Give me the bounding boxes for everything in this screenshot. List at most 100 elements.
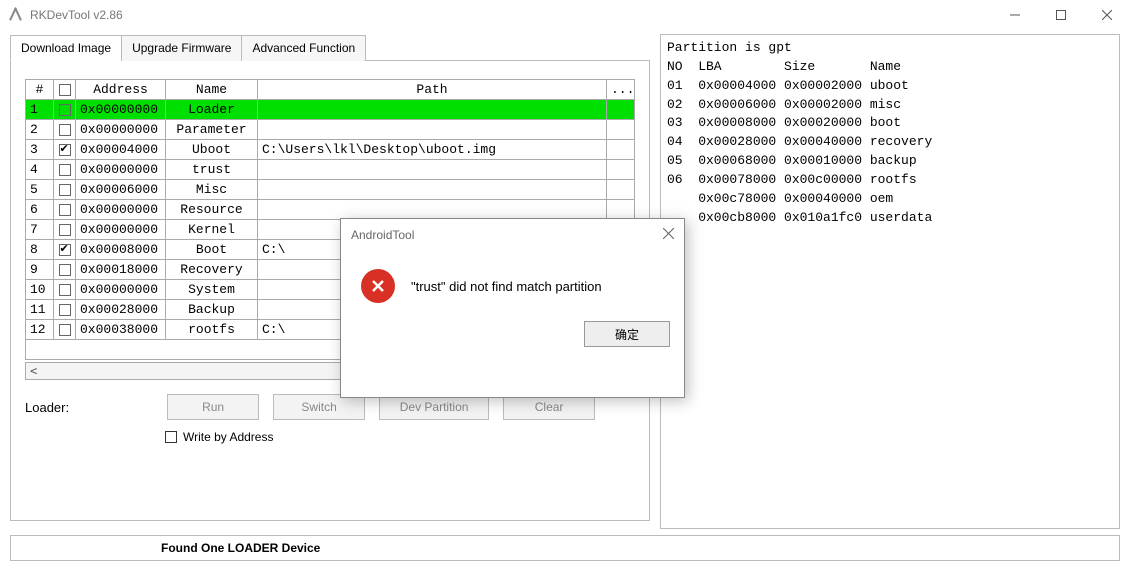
cell-index: 9 [26,260,54,280]
run-button[interactable]: Run [167,394,259,420]
dialog-title: AndroidTool [351,228,414,242]
cell-address[interactable]: 0x00000000 [76,220,166,240]
cell-path[interactable] [258,180,607,200]
cell-address[interactable]: 0x00004000 [76,140,166,160]
row-checkbox[interactable] [59,104,71,116]
cell-address[interactable]: 0x00000000 [76,160,166,180]
cell-browse[interactable] [607,100,635,120]
table-row[interactable]: 4 0x00000000trust [26,160,635,180]
write-by-address-checkbox[interactable] [165,431,177,443]
maximize-button[interactable] [1038,0,1084,30]
error-dialog: AndroidTool "trust" did not find match p… [340,218,685,398]
col-name[interactable]: Name [166,80,258,100]
row-checkbox[interactable] [59,244,71,256]
title-bar: RKDevTool v2.86 [0,0,1130,30]
cell-name[interactable]: Kernel [166,220,258,240]
cell-check[interactable] [54,260,76,280]
header-checkbox[interactable] [59,84,71,96]
cell-address[interactable]: 0x00006000 [76,180,166,200]
cell-check[interactable] [54,240,76,260]
tab-download-image[interactable]: Download Image [10,35,122,61]
cell-browse[interactable] [607,140,635,160]
row-checkbox[interactable] [59,224,71,236]
cell-name[interactable]: trust [166,160,258,180]
cell-index: 7 [26,220,54,240]
cell-name[interactable]: Parameter [166,120,258,140]
cell-browse[interactable] [607,200,635,220]
cell-check[interactable] [54,300,76,320]
cell-path[interactable] [258,200,607,220]
minimize-button[interactable] [992,0,1038,30]
row-checkbox[interactable] [59,144,71,156]
status-bar: Found One LOADER Device [10,535,1120,561]
cell-name[interactable]: System [166,280,258,300]
row-checkbox[interactable] [59,164,71,176]
cell-path[interactable]: C:\Users\lkl\Desktop\uboot.img [258,140,607,160]
cell-address[interactable]: 0x00018000 [76,260,166,280]
table-row[interactable]: 50x00006000Misc [26,180,635,200]
col-path[interactable]: Path [258,80,607,100]
cell-path[interactable] [258,160,607,180]
cell-address[interactable]: 0x00038000 [76,320,166,340]
cell-check[interactable] [54,100,76,120]
cell-check[interactable] [54,160,76,180]
cell-name[interactable]: Backup [166,300,258,320]
cell-index: 10 [26,280,54,300]
table-row[interactable]: 20x00000000Parameter [26,120,635,140]
close-button[interactable] [1084,0,1130,30]
table-row[interactable]: 3 0x00004000UbootC:\Users\lkl\Desktop\ubo… [26,140,635,160]
cell-index: 8 [26,240,54,260]
cell-address[interactable]: 0x00000000 [76,280,166,300]
cell-path[interactable] [258,100,607,120]
cell-name[interactable]: Uboot [166,140,258,160]
cell-name[interactable]: Boot [166,240,258,260]
cell-address[interactable]: 0x00000000 [76,200,166,220]
cell-name[interactable]: Misc [166,180,258,200]
table-row[interactable]: 1 0x00000000Loader [26,100,635,120]
error-icon [361,269,395,303]
cell-index: 3 [26,140,54,160]
cell-check[interactable] [54,120,76,140]
tab-upgrade-firmware[interactable]: Upgrade Firmware [121,35,242,61]
cell-check[interactable] [54,200,76,220]
row-checkbox[interactable] [59,284,71,296]
row-checkbox[interactable] [59,204,71,216]
cell-address[interactable]: 0x00028000 [76,300,166,320]
cell-name[interactable]: Resource [166,200,258,220]
loader-label: Loader: [25,400,69,415]
cell-check[interactable] [54,320,76,340]
cell-name[interactable]: Loader [166,100,258,120]
cell-check[interactable] [54,180,76,200]
row-checkbox[interactable] [59,264,71,276]
cell-name[interactable]: Recovery [166,260,258,280]
dialog-message: "trust" did not find match partition [411,279,602,294]
cell-browse[interactable] [607,160,635,180]
cell-index: 1 [26,100,54,120]
dialog-close-button[interactable] [663,228,674,242]
col-dots[interactable]: ... [607,80,635,100]
row-checkbox[interactable] [59,324,71,336]
cell-name[interactable]: rootfs [166,320,258,340]
col-address[interactable]: Address [76,80,166,100]
cell-path[interactable] [258,120,607,140]
row-checkbox[interactable] [59,124,71,136]
col-check[interactable] [54,80,76,100]
window-title: RKDevTool v2.86 [30,8,123,22]
cell-address[interactable]: 0x00008000 [76,240,166,260]
cell-browse[interactable] [607,180,635,200]
cell-address[interactable]: 0x00000000 [76,100,166,120]
cell-check[interactable] [54,280,76,300]
cell-browse[interactable] [607,120,635,140]
cell-address[interactable]: 0x00000000 [76,120,166,140]
cell-index: 4 [26,160,54,180]
row-checkbox[interactable] [59,304,71,316]
table-header: # Address Name Path ... [26,80,635,100]
scroll-left-icon[interactable]: < [30,364,37,378]
cell-check[interactable] [54,140,76,160]
row-checkbox[interactable] [59,184,71,196]
col-index[interactable]: # [26,80,54,100]
tab-advanced-function[interactable]: Advanced Function [241,35,366,61]
dialog-ok-button[interactable]: 确定 [584,321,670,347]
cell-check[interactable] [54,220,76,240]
table-row[interactable]: 60x00000000Resource [26,200,635,220]
